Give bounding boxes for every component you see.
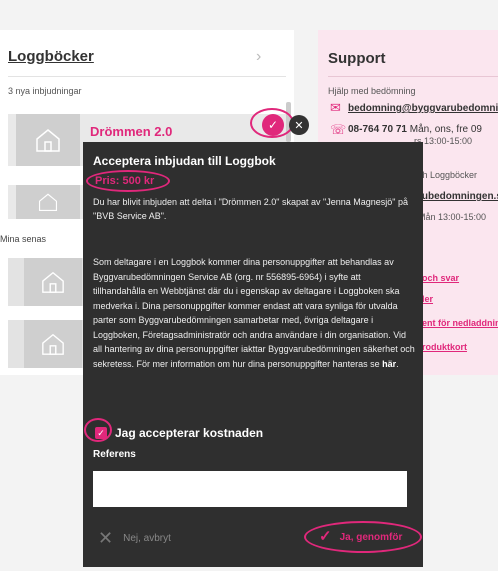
invites-count: 3 nya inbjudningar <box>8 86 82 96</box>
phone-icon: ☏ <box>330 122 347 137</box>
accept-cost-label: Jag accepterar kostnaden <box>115 426 264 440</box>
chevron-right-icon[interactable]: › <box>256 48 261 66</box>
privacy-body: Som deltagare i en Loggbok kommer dina p… <box>93 257 415 369</box>
hours-text: Mån 13:00-15:00 <box>418 212 487 222</box>
support-title: Support <box>328 50 386 67</box>
email-loggbocker-link[interactable]: rubedomningen.se <box>418 191 498 202</box>
email-bedomning-link[interactable]: bedomning@byggvarubedomningen.se <box>348 103 498 114</box>
house-icon <box>16 114 80 166</box>
house-icon <box>16 185 80 219</box>
reference-label: Referens <box>93 449 136 460</box>
invite-card-title: Drömmen 2.0 <box>90 124 173 139</box>
privacy-end: . <box>396 358 399 369</box>
modal-title: Acceptera inbjudan till Loggbok <box>93 154 276 168</box>
phone-bedomning[interactable]: 08-764 70 71 Mån, ons, fre 09 <box>348 124 482 135</box>
confirm-button[interactable]: ✓ Ja, genomför <box>319 529 402 545</box>
hours-text: Mån, ons, fre 09 <box>409 124 482 135</box>
decline-invite-button[interactable]: ✕ <box>289 115 309 135</box>
house-icon <box>24 320 82 368</box>
modal-intro-text: Du har blivit inbjuden att delta i "Dröm… <box>93 197 408 221</box>
accept-cost-checkbox[interactable]: ✓ <box>95 427 107 439</box>
faq-link[interactable]: och svar <box>422 273 459 283</box>
cancel-button[interactable]: ✕ Nej, avbryt <box>98 529 171 547</box>
product-card-link[interactable]: roduktkort <box>422 342 467 352</box>
privacy-here-link[interactable]: här <box>382 359 396 369</box>
divider <box>8 76 286 77</box>
accept-cost-checkbox-row[interactable]: ✓ Jag accepterar kostnaden <box>95 426 263 440</box>
support-link[interactable]: ler <box>422 294 433 304</box>
reference-input[interactable] <box>93 471 407 507</box>
check-icon: ✓ <box>319 528 332 545</box>
close-icon: ✕ <box>98 528 114 548</box>
house-icon <box>24 258 82 306</box>
mail-icon: ✉ <box>330 100 341 115</box>
download-link[interactable]: ent för nedladdning <box>422 318 498 328</box>
cancel-label: Nej, avbryt <box>123 532 171 544</box>
privacy-text: Som deltagare i en Loggbok kommer dina p… <box>93 255 415 371</box>
help-bedomning-label: Hjälp med bedömning <box>328 86 416 96</box>
loggbocker-title[interactable]: Loggböcker <box>8 48 94 65</box>
confirm-label: Ja, genomför <box>339 531 403 543</box>
price-text: Pris: 500 kr <box>95 175 155 187</box>
highlight-ring <box>250 108 294 138</box>
phone-number: 08-764 70 71 <box>348 124 407 135</box>
accept-invitation-modal: Acceptera inbjudan till Loggbok Pris: 50… <box>83 142 423 567</box>
divider <box>328 76 498 77</box>
help-loggbocker-label: ch Loggböcker <box>418 170 478 180</box>
recent-label: Mina senas <box>0 234 47 244</box>
